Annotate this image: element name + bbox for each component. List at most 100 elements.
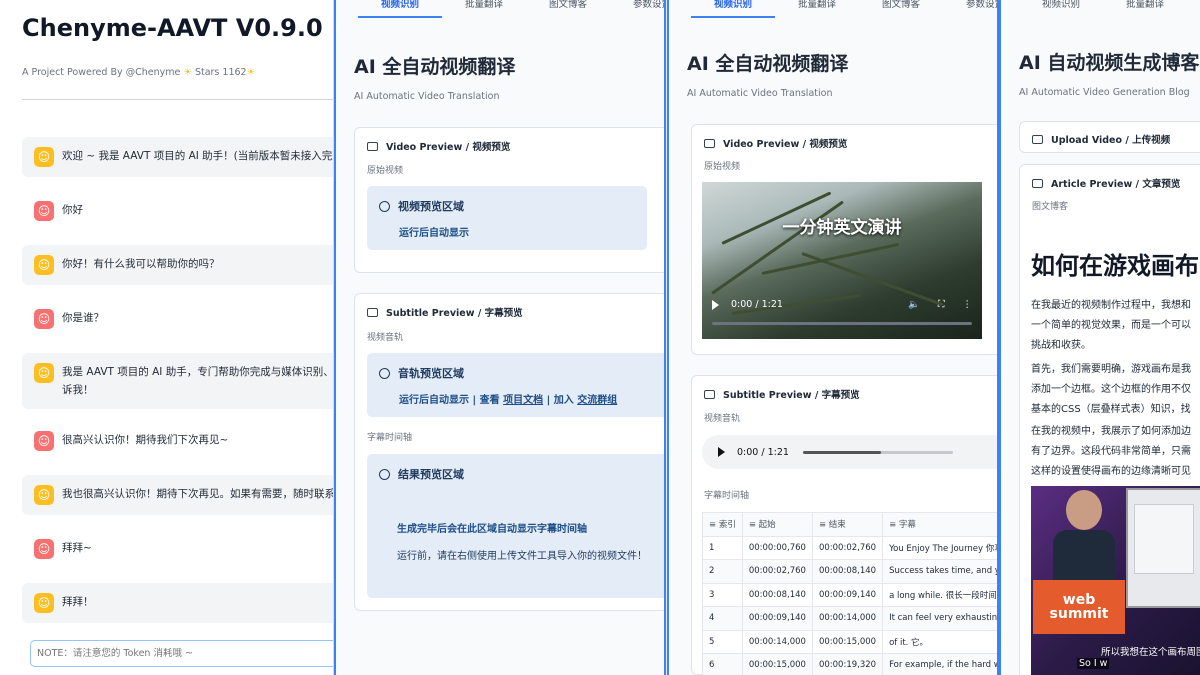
cell-subtitle: For example, if the hard work s xyxy=(882,653,997,675)
fullscreen-icon[interactable]: ⛶ xyxy=(938,299,945,310)
cell-start: 00:00:09,140 xyxy=(741,606,813,631)
chat-message-bot: ☺ 我也很高兴认识你！期待下次再见。如果有需要，随时联系 xyxy=(22,475,333,515)
bot-avatar-icon: ☺ xyxy=(34,593,54,613)
subtitle-table: ≡ 索引 ≡ 起始 ≡ 结束 ≡ 字幕 1 00:00:00,760 00:00:0… xyxy=(702,512,997,675)
page-title: AI 自动视频生成博客 xyxy=(1019,52,1200,74)
web-summit-logo: web summit xyxy=(1033,580,1125,634)
tab-settings[interactable]: 参数设置 xyxy=(943,0,997,18)
speaker-head xyxy=(1066,490,1102,530)
play-icon[interactable] xyxy=(718,447,725,457)
card-header-text: Article Preview / 文章预览 xyxy=(1051,179,1181,190)
video-progress[interactable] xyxy=(712,322,972,325)
powered-by-text: A Project Powered By @Chenyme xyxy=(22,67,181,78)
table-header-row: ≡ 索引 ≡ 起始 ≡ 结束 ≡ 字幕 xyxy=(702,512,997,537)
tab-batch-translate[interactable]: 批量翻译 xyxy=(442,0,526,18)
article-heading: 如何在游戏画布 xyxy=(1031,252,1199,280)
divider xyxy=(22,99,333,100)
subtitle-preview-card: Subtitle Preview / 字幕预览 视频音轨 0:00 / 1:21… xyxy=(691,375,997,675)
chat-message-bot: ☺ 你好！有什么我可以帮助你的吗？ xyxy=(22,245,333,285)
tab-batch-translate[interactable]: 批量翻译 xyxy=(775,0,859,18)
cell-end: 00:00:09,140 xyxy=(811,582,884,607)
placeholder-title-text: 结果预览区域 xyxy=(398,468,464,481)
group-link[interactable]: 交流群组 xyxy=(577,395,617,406)
field-label: 视频音轨 xyxy=(367,333,404,343)
chat-message-user: ☺ 拜拜~ xyxy=(22,529,333,569)
card-header-text: Subtitle Preview / 字幕预览 xyxy=(386,308,523,319)
audio-player[interactable]: 0:00 / 1:21 xyxy=(702,435,997,469)
video-preview-card: Video Preview / 视频预览 原始视频 一分钟英文演讲 0:00 /… xyxy=(691,124,997,355)
cell-subtitle: Success takes time, and you ma xyxy=(882,559,997,584)
cell-subtitle: It can feel very exhausting at ti xyxy=(882,606,997,631)
video-player[interactable]: 一分钟英文演讲 0:00 / 1:21 🔈 ⛶ ⋮ xyxy=(702,182,982,339)
bot-avatar-icon: ☺ xyxy=(34,363,54,383)
stars-count: Stars 1162 xyxy=(194,67,247,78)
user-avatar-icon: ☺ xyxy=(34,539,54,559)
volume-icon[interactable]: 🔈 xyxy=(908,299,920,310)
tab-bar: 视频识别 批量翻译 xyxy=(1019,0,1187,18)
hint-text: | 加入 xyxy=(543,395,578,406)
field-label: 字幕时间轴 xyxy=(367,433,413,443)
message-text: 我是 AAVT 项目的 AI 助手，专门帮助你完成与媒体识别、 xyxy=(62,366,334,378)
page-subtitle: AI Automatic Video Generation Blog xyxy=(1019,87,1190,98)
translate-panel-results: 视频识别 批量翻译 图文博客 参数设置 AI 全自动视频翻译 AI Automa… xyxy=(667,0,999,675)
play-icon[interactable] xyxy=(712,299,719,310)
column-header[interactable]: ≡ 字幕 xyxy=(882,512,997,537)
sun-icon: ☀ xyxy=(246,67,256,78)
translate-panel-empty: 视频识别 批量翻译 图文博客 参数设置 AI 全自动视频翻译 AI Automa… xyxy=(334,0,666,675)
table-row[interactable]: 1 00:00:00,760 00:00:02,760 You Enjoy The J… xyxy=(702,535,997,560)
audio-placeholder-box: 音轨预览区域 运行后自动显示 | 查看 项目文档 | 加入 交流群组 xyxy=(367,353,664,417)
cell-index: 6 xyxy=(702,653,743,675)
result-hint: 生成完毕后会在此区域自动显示字幕时间轴 xyxy=(397,524,587,535)
docs-link[interactable]: 项目文档 xyxy=(503,395,543,406)
card-header: Article Preview / 文章预览 xyxy=(1032,176,1180,190)
table-row[interactable]: 6 00:00:15,000 00:00:19,320 For example, if… xyxy=(702,653,997,675)
user-avatar-icon: ☺ xyxy=(34,431,54,451)
bot-avatar-icon: ☺ xyxy=(34,485,54,505)
hint-text: 运行后自动显示 | 查看 xyxy=(399,395,504,406)
column-header[interactable]: ≡ 结束 xyxy=(811,512,884,537)
table-row[interactable]: 5 00:00:14,000 00:00:15,000 of it. 它。 xyxy=(702,629,997,654)
cell-index: 4 xyxy=(702,606,743,631)
caption-en: So I w xyxy=(1077,658,1110,669)
bot-avatar-icon: ☺ xyxy=(34,255,54,275)
chat-message-user: ☺ 很高兴认识你！期待我们下次再见~ xyxy=(22,421,333,461)
cell-index: 1 xyxy=(702,535,743,560)
table-row[interactable]: 2 00:00:02,760 00:00:08,140 Success takes t… xyxy=(702,559,997,584)
tab-bar: 视频识别 批量翻译 图文博客 参数设置 xyxy=(358,0,664,18)
tab-video-recognition[interactable]: 视频识别 xyxy=(358,0,442,18)
scan-icon xyxy=(379,468,390,480)
chat-input[interactable] xyxy=(30,640,333,667)
cell-start: 00:00:14,000 xyxy=(741,629,813,654)
table-row[interactable]: 4 00:00:09,140 00:00:14,000 It can feel ver… xyxy=(702,606,997,631)
sun-icon: ☀ xyxy=(183,67,192,78)
column-header[interactable]: ≡ 索引 xyxy=(702,512,743,537)
tab-video-recognition[interactable]: 视频识别 xyxy=(1019,0,1103,18)
message-text: 你好 xyxy=(62,204,83,216)
message-text: 拜拜！ xyxy=(62,596,94,608)
bot-avatar-icon: ☺ xyxy=(34,147,54,167)
table-row[interactable]: 3 00:00:08,140 00:00:09,140 a long while. 很… xyxy=(702,582,997,607)
message-text: 拜拜~ xyxy=(62,542,92,554)
audio-hint: 运行后自动显示 | 查看 项目文档 | 加入 交流群组 xyxy=(399,391,617,406)
cell-start: 00:00:02,760 xyxy=(741,559,813,584)
upload-video-card[interactable]: Upload Video / 上传视频 xyxy=(1019,121,1200,153)
tab-blog[interactable]: 图文博客 xyxy=(526,0,610,18)
field-label: 原始视频 xyxy=(704,162,741,172)
cell-end: 00:00:02,760 xyxy=(811,535,884,560)
article-paragraph: 在我的视频中，我展示了如何添加边 有了边界。这段代码非常简单，只需 这样的设置使得画… xyxy=(1031,426,1191,477)
card-header: Subtitle Preview / 字幕预览 xyxy=(704,387,860,401)
chat-message-bot: ☺ 我是 AAVT 项目的 AI 助手，专门帮助你完成与媒体识别、 诉我！ xyxy=(22,353,334,409)
tab-bar: 视频识别 批量翻译 图文博客 参数设置 xyxy=(691,0,997,18)
card-header: Subtitle Preview / 字幕预览 xyxy=(367,305,523,319)
more-icon[interactable]: ⋮ xyxy=(963,299,973,310)
column-header[interactable]: ≡ 起始 xyxy=(741,512,813,537)
field-label: 视频音轨 xyxy=(704,414,741,424)
cell-start: 00:00:15,000 xyxy=(741,653,813,675)
video-frame xyxy=(702,182,982,339)
tab-settings[interactable]: 参数设置 xyxy=(610,0,664,18)
tab-blog[interactable]: 图文博客 xyxy=(859,0,943,18)
tab-batch-translate[interactable]: 批量翻译 xyxy=(1103,0,1187,18)
tab-video-recognition[interactable]: 视频识别 xyxy=(691,0,775,18)
message-text-cont: 诉我！ xyxy=(62,384,94,396)
audio-progress[interactable] xyxy=(802,450,953,454)
